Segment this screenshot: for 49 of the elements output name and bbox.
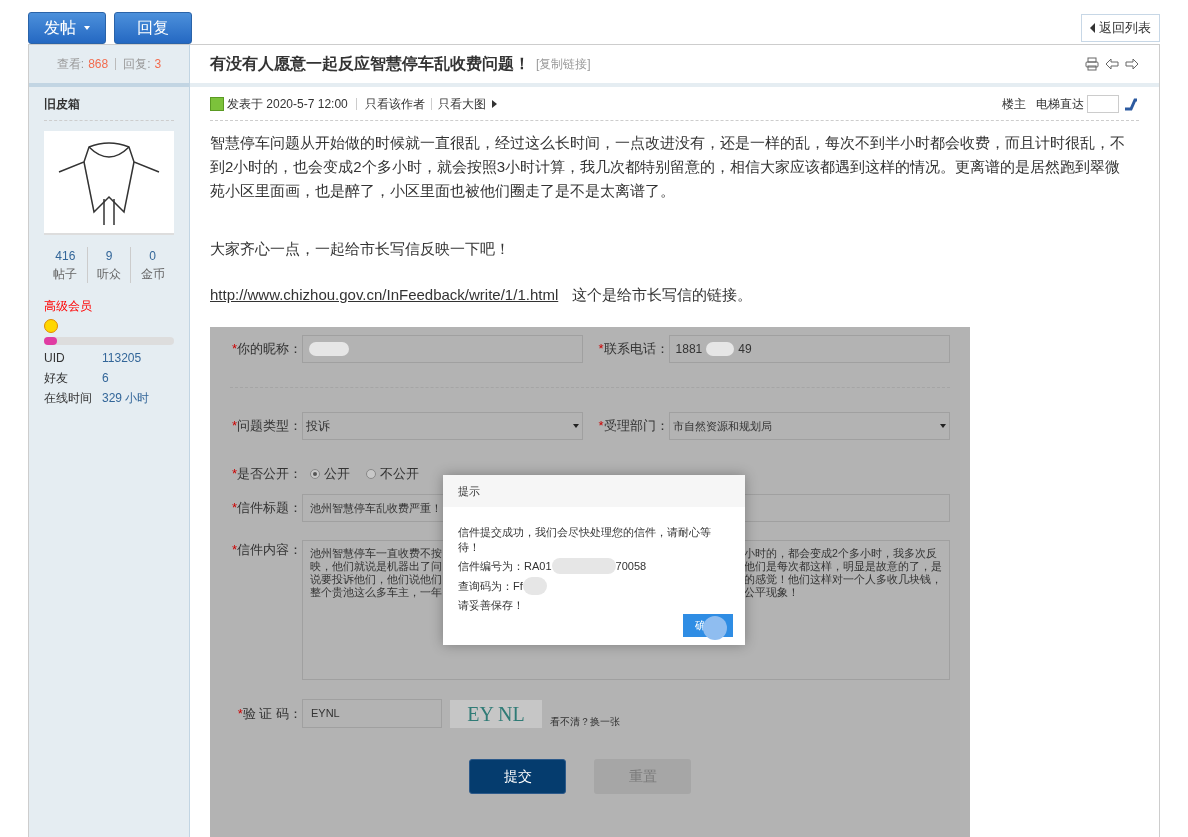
dialog-title: 提示 (458, 483, 480, 499)
info-value: 329 小时 (102, 390, 150, 407)
dialog-message: 信件提交成功，我们会尽快处理您的信件，请耐心等待！ (458, 525, 712, 555)
radio-label: 公开 (324, 465, 350, 484)
post-paragraph: 大家齐心一点，一起给市长写信反映一下吧！ (210, 239, 511, 259)
letter-text-line: 小时的，都会变成2个多小时，我多次反 (744, 547, 938, 560)
letter-text-line: 的感觉！他们这样对一个人多收几块钱， (744, 573, 942, 586)
post-paragraph: 智慧停车问题从开始做的时候就一直很乱，经过这么长时间，一点改进没有，还是一样的乱，每次不到半小时都会收费，而且计时很乱，不到2小时的，也会变成2个多小时，就会按照3小时计算，我几次都特别留意的，相信大家应该都遇到这样的情况。更离谱的是居然跑到翠微苑小区里面画，也是醉了，小区里面也被他们圈走了是不是太离谱了。 (210, 133, 1126, 201)
letter-text-line: 公平现象！ (744, 586, 800, 599)
replies-count: 3 (154, 56, 162, 73)
jump-label: 电梯直达 (1036, 95, 1084, 113)
field-label: *受理部门： (598, 418, 669, 434)
phone-start: 1881 (675, 341, 703, 358)
field-label: *是否公开： (230, 465, 302, 484)
views-label: 查看: (56, 56, 85, 73)
letter-text-line: 整个贵池这么多车主，一年 (310, 586, 442, 599)
field-label: *信件内容： (230, 541, 302, 559)
stat-label: 帖子 (53, 266, 78, 283)
replies-label: 回复: (123, 56, 151, 73)
link-note: 这个是给市长写信的链接。 (572, 285, 753, 305)
query-code-label: 查询码为：Ff (458, 578, 523, 594)
captcha-field: EYNL (302, 699, 442, 728)
phone-end: 49 (738, 341, 752, 358)
dialog-message: 请妥善保存！ (458, 598, 525, 613)
user-group: 高级会员 (44, 297, 174, 315)
field-label: *联系电话： (598, 341, 669, 357)
captcha-image: EY NL (450, 699, 542, 728)
field-label: *你的昵称： (230, 340, 302, 359)
letter-text-line: 说要投诉他们，他们说他们 (310, 573, 442, 586)
field-label: *问题类型： (230, 417, 302, 436)
info-label: UID (44, 350, 66, 367)
letter-number-end: 70058 (615, 558, 647, 574)
info-value: 113205 (102, 350, 142, 367)
views-count: 868 (88, 56, 109, 73)
radio-label: 不公开 (380, 465, 419, 484)
letter-text-line: 他们是每次都这样，明显是故意的了，是 (744, 560, 942, 573)
info-value: 6 (102, 370, 109, 387)
stat-label: 金币 (140, 266, 165, 283)
info-label: 在线时间 (44, 390, 93, 407)
post-date: 发表于 2020-5-7 12:00 (227, 95, 348, 113)
stat-label: 听众 (97, 266, 121, 283)
field-label: *验 证 码： (236, 704, 302, 723)
letter-text-line: 映，他们就说是机器出了问 (310, 560, 442, 573)
floor-label: 楼主 (1002, 95, 1026, 113)
field-label: *信件标题： (230, 499, 302, 518)
letter-text-line: 池州智慧停车一直收费不按 (310, 547, 442, 560)
thread-title: 有没有人愿意一起反应智慧停车乱收费问题！ (210, 54, 530, 74)
info-label: 好友 (44, 370, 69, 387)
letter-number-label: 信件编号为：RA01 (458, 558, 552, 574)
